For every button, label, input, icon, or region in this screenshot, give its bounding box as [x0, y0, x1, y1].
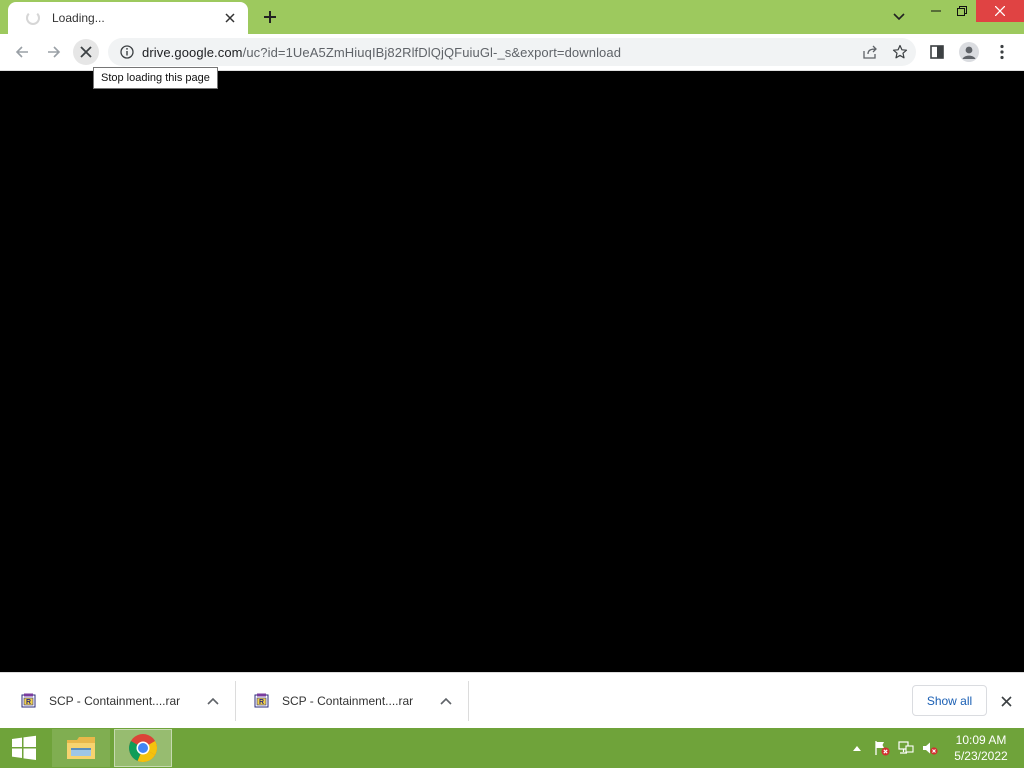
svg-text:R: R — [26, 699, 31, 706]
windows-taskbar: 10:09 AM 5/23/2022 — [0, 728, 1024, 768]
window-close-button[interactable] — [976, 0, 1024, 22]
system-clock[interactable]: 10:09 AM 5/23/2022 — [946, 732, 1016, 764]
show-hidden-icons-button[interactable] — [848, 728, 866, 768]
bookmark-star-icon[interactable] — [890, 42, 910, 62]
action-center-flag-icon[interactable] — [872, 728, 892, 768]
clock-time: 10:09 AM — [955, 733, 1007, 747]
stop-loading-button[interactable] — [73, 39, 99, 65]
address-bar[interactable]: drive.google.com/uc?id=1UeA5ZmHiuqIBj82R… — [108, 38, 916, 66]
winrar-archive-icon: R — [253, 692, 271, 710]
url-text[interactable]: drive.google.com/uc?id=1UeA5ZmHiuqIBj82R… — [142, 45, 621, 60]
chrome-icon — [129, 734, 157, 763]
windows-logo-icon — [12, 735, 36, 760]
browser-toolbar: drive.google.com/uc?id=1UeA5ZmHiuqIBj82R… — [0, 34, 1024, 71]
chevron-up-icon[interactable] — [434, 689, 458, 713]
page-content — [0, 71, 1024, 672]
url-host: drive.google.com — [142, 44, 243, 60]
chrome-taskbar-button[interactable] — [114, 729, 172, 767]
download-item[interactable]: R SCP - Containment....rar — [4, 681, 236, 721]
download-shelf: R SCP - Containment....rar R SCP - Conta… — [0, 672, 1024, 728]
back-button[interactable] — [9, 39, 35, 65]
svg-text:R: R — [259, 699, 264, 706]
tab-loading[interactable]: Loading... — [8, 2, 248, 34]
new-tab-button[interactable] — [258, 6, 282, 28]
download-item[interactable]: R SCP - Containment....rar — [237, 681, 469, 721]
side-panel-button[interactable] — [924, 39, 950, 65]
more-menu-button[interactable] — [989, 39, 1015, 65]
winrar-archive-icon: R — [20, 692, 38, 710]
file-explorer-taskbar-button[interactable] — [52, 729, 110, 767]
url-path: /uc?id=1UeA5ZmHiuqIBj82RlfDlQjQFuiuGl-_s… — [242, 44, 622, 60]
start-button[interactable] — [0, 728, 48, 768]
stop-loading-tooltip: Stop loading this page — [93, 67, 218, 89]
clock-date: 5/23/2022 — [954, 749, 1008, 763]
restore-button[interactable] — [944, 0, 980, 22]
loading-spinner-icon — [26, 11, 40, 25]
network-icon[interactable] — [896, 728, 916, 768]
tab-strip: Loading... — [0, 0, 1024, 34]
show-all-downloads-button[interactable]: Show all — [912, 685, 987, 716]
browser-window: Loading... drive.google.com/uc?id=1UeA5Z… — [0, 0, 1024, 768]
close-download-shelf-icon[interactable] — [996, 689, 1016, 713]
folder-icon — [67, 737, 95, 759]
forward-button[interactable] — [41, 39, 67, 65]
chevron-up-icon[interactable] — [201, 689, 225, 713]
tab-close-icon[interactable] — [222, 10, 238, 26]
tab-title: Loading... — [52, 11, 105, 25]
volume-muted-icon[interactable] — [920, 728, 940, 768]
share-icon[interactable] — [860, 42, 880, 62]
profile-button[interactable] — [956, 39, 982, 65]
avatar — [959, 42, 979, 62]
download-filename: SCP - Containment....rar — [49, 694, 181, 708]
tab-search-button[interactable] — [888, 6, 910, 28]
download-filename: SCP - Containment....rar — [282, 694, 414, 708]
site-info-icon[interactable] — [118, 43, 136, 61]
